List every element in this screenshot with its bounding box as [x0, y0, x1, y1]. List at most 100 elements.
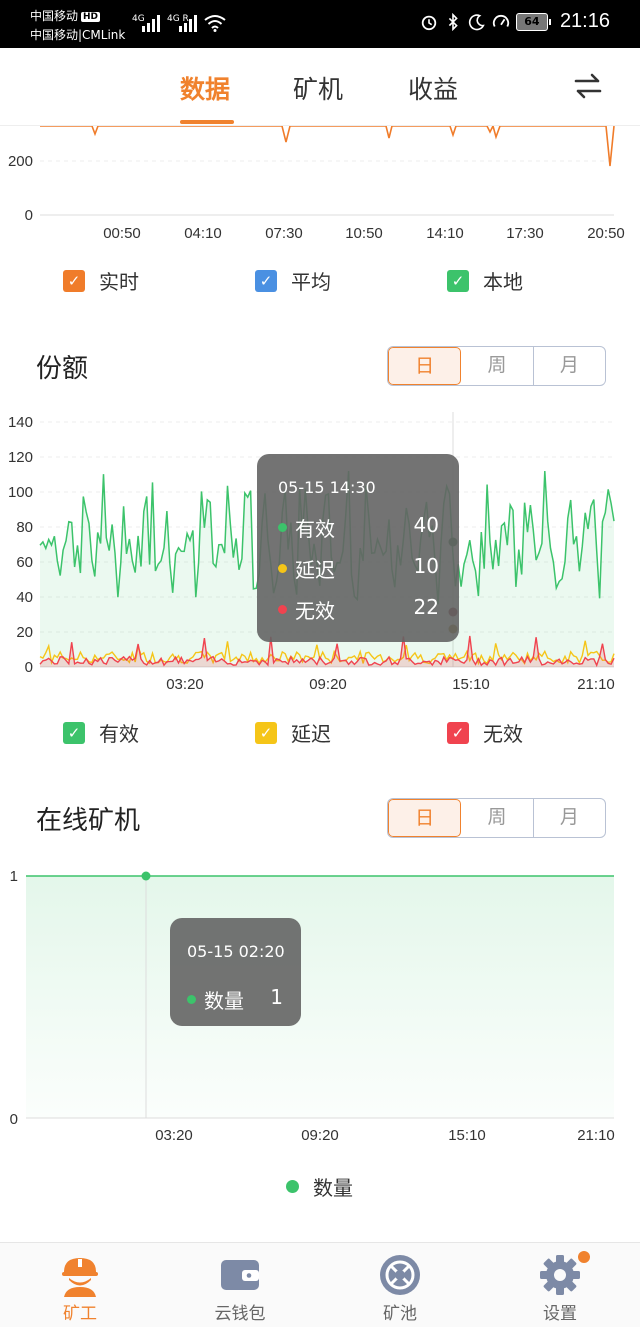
period-week-button[interactable]: 周	[461, 347, 534, 385]
carrier-line2: 中国移动|CMLink	[30, 28, 126, 42]
legend-average[interactable]: ✓ 平均	[255, 266, 331, 295]
count-dot-icon	[187, 995, 196, 1004]
nav-label: 设置	[543, 1304, 577, 1324]
shares-x-tick: 21:10	[577, 676, 615, 693]
hashrate-y-tick-0: 0	[25, 207, 33, 224]
tooltip-row-valid: 有效	[278, 513, 335, 542]
miners-tooltip: 05-15 02:20 数量 1	[170, 918, 301, 1026]
legend-label: 数量	[313, 1176, 353, 1200]
shares-title: 份额	[36, 354, 89, 384]
tab-miners[interactable]: 矿机	[293, 70, 343, 106]
legend-realtime[interactable]: ✓ 实时	[63, 266, 139, 295]
valid-dot-icon	[278, 523, 287, 532]
legend-delayed[interactable]: ✓ 延迟	[255, 718, 331, 747]
status-bar: 中国移动 HD 中国移动|CMLink 4G 4G R 64 21:16	[0, 0, 640, 48]
miner-helmet-icon	[62, 1258, 98, 1297]
legend-local[interactable]: ✓ 本地	[447, 266, 523, 295]
tooltip-row-invalid: 无效	[278, 595, 335, 624]
legend-count[interactable]: 数量	[286, 1172, 353, 1201]
hashrate-y-tick-200: 200	[8, 153, 33, 170]
period-day-button[interactable]: 日	[388, 347, 462, 385]
miners-period-selector: 日 周 月	[387, 798, 606, 838]
checkbox-checked-icon: ✓	[447, 721, 469, 744]
period-month-button[interactable]: 月	[534, 799, 605, 837]
signal-bars-icon	[142, 15, 160, 32]
online-miners-title: 在线矿机	[36, 806, 141, 836]
shares-y-tick: 120	[8, 449, 33, 466]
checkbox-checked-icon: ✓	[63, 721, 85, 744]
alarm-icon	[421, 15, 437, 30]
tab-earnings[interactable]: 收益	[408, 70, 458, 106]
tooltip-time: 05-15 14:30	[278, 478, 376, 497]
shares-y-tick: 20	[16, 624, 33, 641]
shares-period-selector: 日 周 月	[387, 346, 606, 386]
miners-area	[26, 876, 614, 1118]
period-month-button[interactable]: 月	[534, 347, 605, 385]
shares-y-tick: 40	[16, 589, 33, 606]
invalid-dot-icon	[278, 605, 287, 614]
shares-x-tick: 15:10	[452, 676, 490, 693]
period-day-button[interactable]: 日	[388, 799, 462, 837]
speed-gauge-icon	[492, 14, 510, 27]
gear-icon	[540, 1255, 580, 1295]
top-tab-bar: 数据 矿机 收益	[0, 48, 640, 126]
nav-settings[interactable]: 设置	[480, 1243, 640, 1328]
nav-wallet[interactable]: 云钱包	[160, 1243, 320, 1328]
shares-y-tick: 80	[16, 519, 33, 536]
checkbox-checked-icon: ✓	[63, 269, 85, 292]
miners-x-tick: 09:20	[301, 1127, 339, 1144]
shares-x-tick: 09:20	[309, 676, 347, 693]
legend-invalid[interactable]: ✓ 无效	[447, 718, 523, 747]
shares-y-tick: 0	[25, 659, 33, 676]
shares-y-tick: 100	[8, 484, 33, 501]
checkbox-checked-icon: ✓	[447, 269, 469, 292]
nav-label: 矿工	[63, 1304, 97, 1324]
hashrate-realtime-line	[40, 126, 615, 167]
signal-bars-icon-2	[179, 15, 197, 32]
nav-label: 云钱包	[214, 1304, 266, 1324]
carrier-name: 中国移动	[30, 9, 79, 23]
tooltip-value: 40	[413, 513, 439, 537]
miners-point	[141, 871, 151, 881]
tooltip-label: 数量	[204, 989, 244, 1013]
checkbox-checked-icon: ✓	[255, 721, 277, 744]
period-week-button[interactable]: 周	[461, 799, 534, 837]
pool-icon	[380, 1255, 420, 1295]
miners-x-tick: 15:10	[448, 1127, 486, 1144]
tooltip-row-count: 数量	[187, 985, 244, 1014]
wifi-icon	[204, 15, 226, 32]
status-right-group: 64 21:16	[420, 10, 610, 33]
nav-miner[interactable]: 矿工	[0, 1243, 160, 1328]
hashrate-legend: ✓ 实时 ✓ 平均 ✓ 本地	[0, 266, 640, 296]
hd-badge: HD	[81, 12, 101, 22]
hashrate-x-tick: 17:30	[506, 225, 544, 242]
shares-x-tick: 03:20	[166, 676, 204, 693]
battery-indicator: 64	[515, 12, 551, 31]
tooltip-label: 延迟	[295, 558, 335, 582]
swap-arrows-icon[interactable]	[572, 70, 604, 102]
wallet-icon	[221, 1260, 259, 1290]
hashrate-x-tick: 04:10	[184, 225, 222, 242]
notification-badge-dot	[578, 1251, 590, 1263]
tooltip-value: 10	[413, 554, 439, 578]
tab-data[interactable]: 数据	[180, 70, 230, 106]
hashrate-x-tick: 20:50	[587, 225, 625, 242]
tooltip-time: 05-15 02:20	[187, 942, 285, 961]
nav-pool[interactable]: 矿池	[320, 1243, 480, 1328]
legend-label: 无效	[483, 722, 523, 746]
count-dot-icon	[286, 1180, 299, 1193]
legend-label: 有效	[99, 722, 139, 746]
hashrate-x-tick: 07:30	[265, 225, 303, 242]
shares-tooltip: 05-15 14:30 有效 40 延迟 10 无效 22	[257, 454, 459, 642]
hashrate-x-tick: 10:50	[345, 225, 383, 242]
shares-y-tick: 140	[8, 414, 33, 431]
legend-label: 平均	[291, 270, 331, 294]
shares-y-tick: 60	[16, 554, 33, 571]
nav-label: 矿池	[383, 1304, 417, 1324]
tooltip-value: 22	[413, 595, 439, 619]
clock: 21:16	[559, 10, 610, 32]
tooltip-label: 有效	[295, 517, 335, 541]
hashrate-x-tick: 14:10	[426, 225, 464, 242]
legend-valid[interactable]: ✓ 有效	[63, 718, 139, 747]
miners-x-tick: 21:10	[577, 1127, 615, 1144]
